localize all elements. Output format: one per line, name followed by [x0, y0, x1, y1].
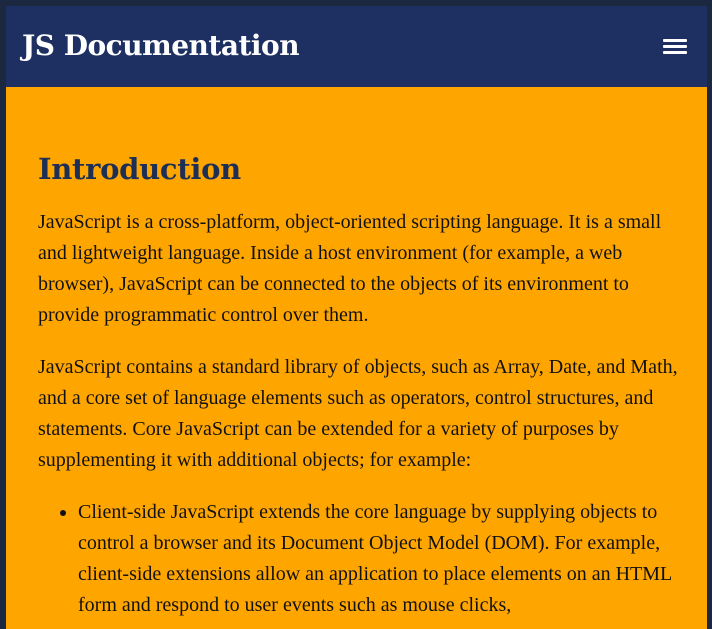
examples-list: Client-side JavaScript extends the core … [38, 497, 679, 621]
top-navbar: JS Documentation [6, 6, 707, 87]
site-title[interactable]: JS Documentation [22, 28, 300, 64]
section-heading: Introduction [38, 152, 241, 186]
hamburger-line [663, 51, 687, 54]
app-frame: JS Documentation Introduction JavaScript… [0, 0, 712, 629]
hamburger-line [663, 45, 687, 48]
intro-paragraph-1: JavaScript is a cross-platform, object-o… [38, 211, 662, 326]
hamburger-menu-icon[interactable] [663, 38, 687, 56]
hamburger-line [663, 39, 687, 42]
main-content: Introduction JavaScript is a cross-platf… [6, 87, 707, 629]
list-item: Client-side JavaScript extends the core … [78, 497, 679, 621]
intro-paragraph-2: JavaScript contains a standard library o… [38, 356, 678, 471]
